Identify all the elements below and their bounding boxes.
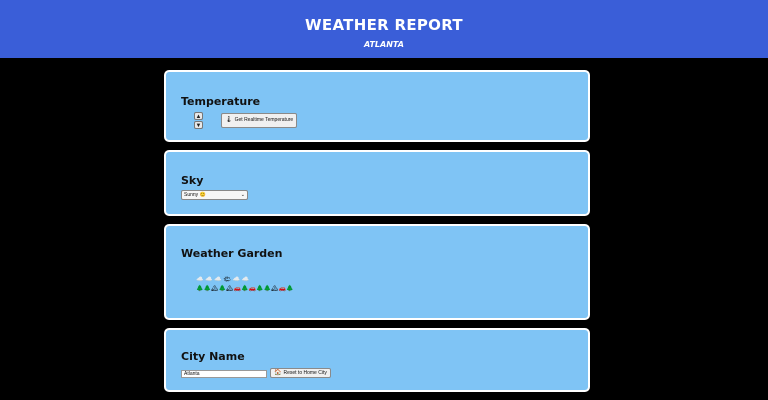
city-section: City Name Atlanta 🏠 Reset to Home City xyxy=(164,328,590,392)
garden-sky-row: ☁️ ☁️ ☁️ 🌤 ☁️ ☁️ xyxy=(196,277,250,283)
realtime-temp-label: Get Realtime Temperature xyxy=(234,117,294,123)
chevron-down-icon: ⌄ xyxy=(240,192,245,198)
city-heading: City Name xyxy=(181,350,245,363)
reset-city-button[interactable]: 🏠 Reset to Home City xyxy=(270,368,331,378)
sky-selected-value: Sunny 😊 xyxy=(184,192,206,198)
arrow-up-icon: ▲ xyxy=(195,114,202,120)
sky-select[interactable]: Sunny 😊 ⌄ xyxy=(181,190,248,200)
page-header: WEATHER REPORT ATLANTA xyxy=(0,0,768,58)
sky-heading: Sky xyxy=(181,174,204,187)
weather-garden: ☁️ ☁️ ☁️ 🌤 ☁️ ☁️ 🌲🌲🏔🌲🏔🚗🌲🚗🌲🌲🏔🚗🌲 xyxy=(196,276,294,294)
temperature-heading: Temperature xyxy=(181,95,261,108)
garden-heading: Weather Garden xyxy=(181,247,283,260)
temperature-section: Temperature ▲ ▼ 🌡 Get Realtime Temperatur… xyxy=(164,70,590,142)
city-name-input[interactable]: Atlanta xyxy=(181,370,267,378)
reset-city-label: Reset to Home City xyxy=(283,370,327,376)
home-icon: 🏠 xyxy=(274,370,282,376)
header-city: ATLANTA xyxy=(364,40,404,49)
weather-garden-section: Weather Garden ☁️ ☁️ ☁️ 🌤 ☁️ ☁️ 🌲🌲🏔🌲🏔🚗🌲🚗… xyxy=(164,224,590,320)
realtime-temp-button[interactable]: 🌡 Get Realtime Temperature xyxy=(221,113,298,128)
thermometer-icon: 🌡 xyxy=(225,117,233,123)
increase-temp-button[interactable]: ▲ xyxy=(194,112,203,120)
garden-ground-row: 🌲🌲🏔🌲🏔🚗🌲🚗🌲🌲🏔🚗🌲 xyxy=(196,286,294,292)
sky-section: Sky Sunny 😊 ⌄ xyxy=(164,150,590,216)
page-title: WEATHER REPORT xyxy=(305,16,463,34)
arrow-down-icon: ▼ xyxy=(195,123,202,129)
decrease-temp-button[interactable]: ▼ xyxy=(194,121,203,129)
temperature-controls: ▲ ▼ xyxy=(194,112,204,130)
